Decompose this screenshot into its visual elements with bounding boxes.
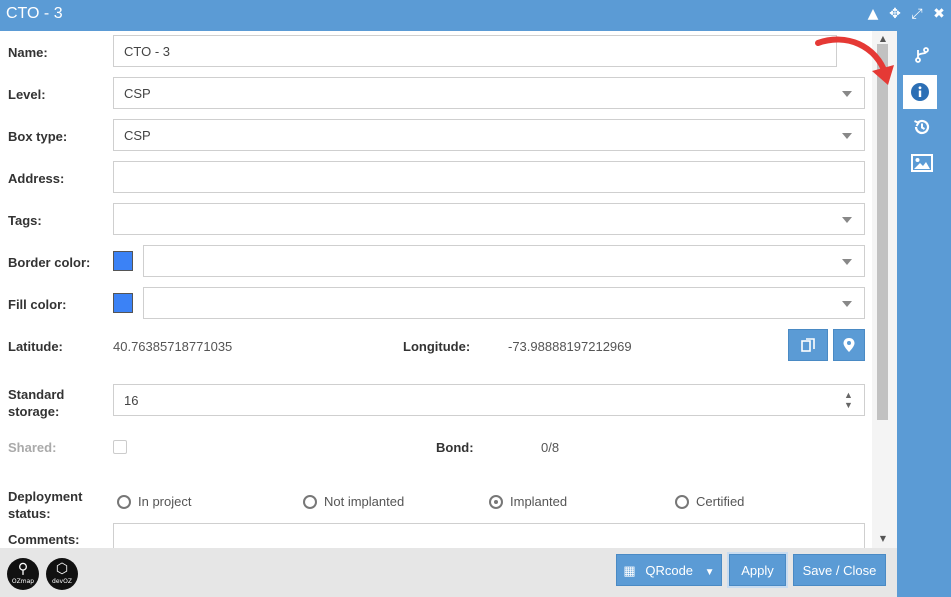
- standard-storage-value: 16: [124, 393, 139, 408]
- radio-implanted[interactable]: Implanted: [489, 494, 567, 509]
- chevron-down-icon: [842, 301, 852, 307]
- border-color-label: Border color:: [8, 255, 91, 270]
- devoz-logo[interactable]: ⬡ devOZ: [46, 558, 78, 590]
- qrcode-icon: ▦: [623, 563, 636, 578]
- radio-label: Certified: [696, 494, 745, 509]
- radio-label: In project: [138, 494, 192, 509]
- map-pin-icon: ⚲: [17, 561, 29, 577]
- radio-circle[interactable]: [303, 494, 317, 509]
- scrollbar-thumb[interactable]: [877, 44, 888, 420]
- chevron-down-icon: [842, 259, 852, 265]
- standard-storage-label-line1: Standard: [8, 387, 65, 402]
- shared-checkbox[interactable]: [113, 440, 127, 454]
- qrcode-button[interactable]: ▦ QRcode ▼: [616, 554, 722, 586]
- cube-icon: ⬡: [55, 561, 69, 577]
- deployment-status-label-line2: status:: [8, 506, 51, 521]
- radio-not-implanted[interactable]: Not implanted: [303, 494, 404, 509]
- box-type-select-value: CSP: [124, 128, 151, 143]
- comments-textarea[interactable]: [113, 523, 865, 548]
- collapse-icon[interactable]: ▲: [865, 6, 881, 22]
- name-label: Name:: [8, 45, 48, 60]
- radio-in-project[interactable]: In project: [117, 494, 191, 509]
- apply-button[interactable]: Apply: [729, 554, 786, 586]
- shared-label: Shared:: [8, 440, 57, 455]
- comments-label: Comments:: [8, 532, 80, 547]
- fill-color-select[interactable]: [143, 287, 865, 319]
- map-pin-icon: [843, 338, 855, 352]
- standard-storage-input[interactable]: 16 ▲ ▼: [113, 384, 865, 416]
- properties-form: Name: CTO - 3 Level: CSP Box type: CSP A…: [0, 31, 872, 548]
- dialog-footer: ⚲ OZmap ⬡ devOZ ▦ QRcode ▼ Apply Save / …: [0, 548, 897, 597]
- radio-certified[interactable]: Certified: [675, 494, 744, 509]
- radio-label: Not implanted: [324, 494, 405, 509]
- dialog-title: CTO - 3: [6, 5, 63, 22]
- titlebar-controls: ▲ ✥ ⤢ ✖: [865, 6, 947, 22]
- copy-icon: [801, 338, 815, 352]
- radio-label: Implanted: [510, 494, 568, 509]
- dialog-titlebar[interactable]: CTO - 3 ▲ ✥ ⤢ ✖: [0, 0, 951, 31]
- name-input[interactable]: CTO - 3: [113, 35, 837, 67]
- branch-glyph: [915, 47, 929, 63]
- fill-color-swatch[interactable]: [113, 293, 133, 313]
- info-glyph: [911, 83, 929, 101]
- history-glyph: [914, 119, 930, 135]
- latitude-label: Latitude:: [8, 339, 63, 354]
- devoz-logo-text: devOZ: [52, 578, 72, 585]
- fill-color-label: Fill color:: [8, 297, 67, 312]
- box-type-select[interactable]: CSP: [113, 119, 865, 151]
- longitude-label: Longitude:: [403, 339, 471, 354]
- tags-label: Tags:: [8, 213, 42, 228]
- border-color-select[interactable]: [143, 245, 865, 277]
- ozmap-logo-text: OZmap: [11, 578, 35, 585]
- chevron-down-icon: [842, 133, 852, 139]
- maximize-icon[interactable]: ⤢: [909, 6, 925, 22]
- deployment-status-label-line1: Deployment: [8, 489, 83, 504]
- radio-circle[interactable]: [117, 494, 131, 509]
- standard-storage-label-line2: storage:: [8, 404, 60, 419]
- image-glyph: [911, 154, 933, 172]
- radio-circle[interactable]: [675, 494, 689, 509]
- close-icon[interactable]: ✖: [931, 6, 947, 22]
- radio-circle-selected[interactable]: [489, 494, 503, 509]
- history-icon[interactable]: [907, 110, 937, 144]
- move-icon[interactable]: ✥: [887, 6, 903, 22]
- box-type-label: Box type:: [8, 129, 68, 144]
- address-label: Address:: [8, 171, 65, 186]
- ozmap-logo[interactable]: ⚲ OZmap: [7, 558, 39, 590]
- bond-label: Bond:: [436, 440, 474, 455]
- cto-dialog-window: CTO - 3 ▲ ✥ ⤢ ✖ Name: CTO - 3 Level: CSP…: [0, 0, 951, 597]
- annotation-arrow-icon: [815, 36, 894, 85]
- chevron-down-icon: [842, 217, 852, 223]
- address-input[interactable]: [113, 161, 865, 193]
- level-label: Level:: [8, 87, 46, 102]
- copy-coordinates-button[interactable]: [788, 329, 828, 361]
- branch-icon[interactable]: [907, 38, 937, 72]
- tags-select[interactable]: [113, 203, 865, 235]
- qrcode-button-label: QRcode: [645, 563, 694, 578]
- stepper-arrows-icon[interactable]: ▲ ▼: [844, 390, 854, 410]
- latitude-value: 40.76385718771035: [113, 339, 233, 354]
- chevron-down-icon: ▼: [704, 567, 715, 578]
- longitude-value: -73.98888197212969: [508, 339, 632, 354]
- image-icon[interactable]: [907, 146, 937, 180]
- scroll-down-icon[interactable]: ▼: [878, 534, 888, 543]
- info-icon[interactable]: [903, 75, 937, 109]
- level-select-value: CSP: [124, 86, 151, 101]
- level-select[interactable]: CSP: [113, 77, 865, 109]
- locate-on-map-button[interactable]: [833, 329, 865, 361]
- bond-value: 0/8: [541, 440, 560, 455]
- save-close-button[interactable]: Save / Close: [793, 554, 886, 586]
- border-color-swatch[interactable]: [113, 251, 133, 271]
- chevron-down-icon: [842, 91, 852, 97]
